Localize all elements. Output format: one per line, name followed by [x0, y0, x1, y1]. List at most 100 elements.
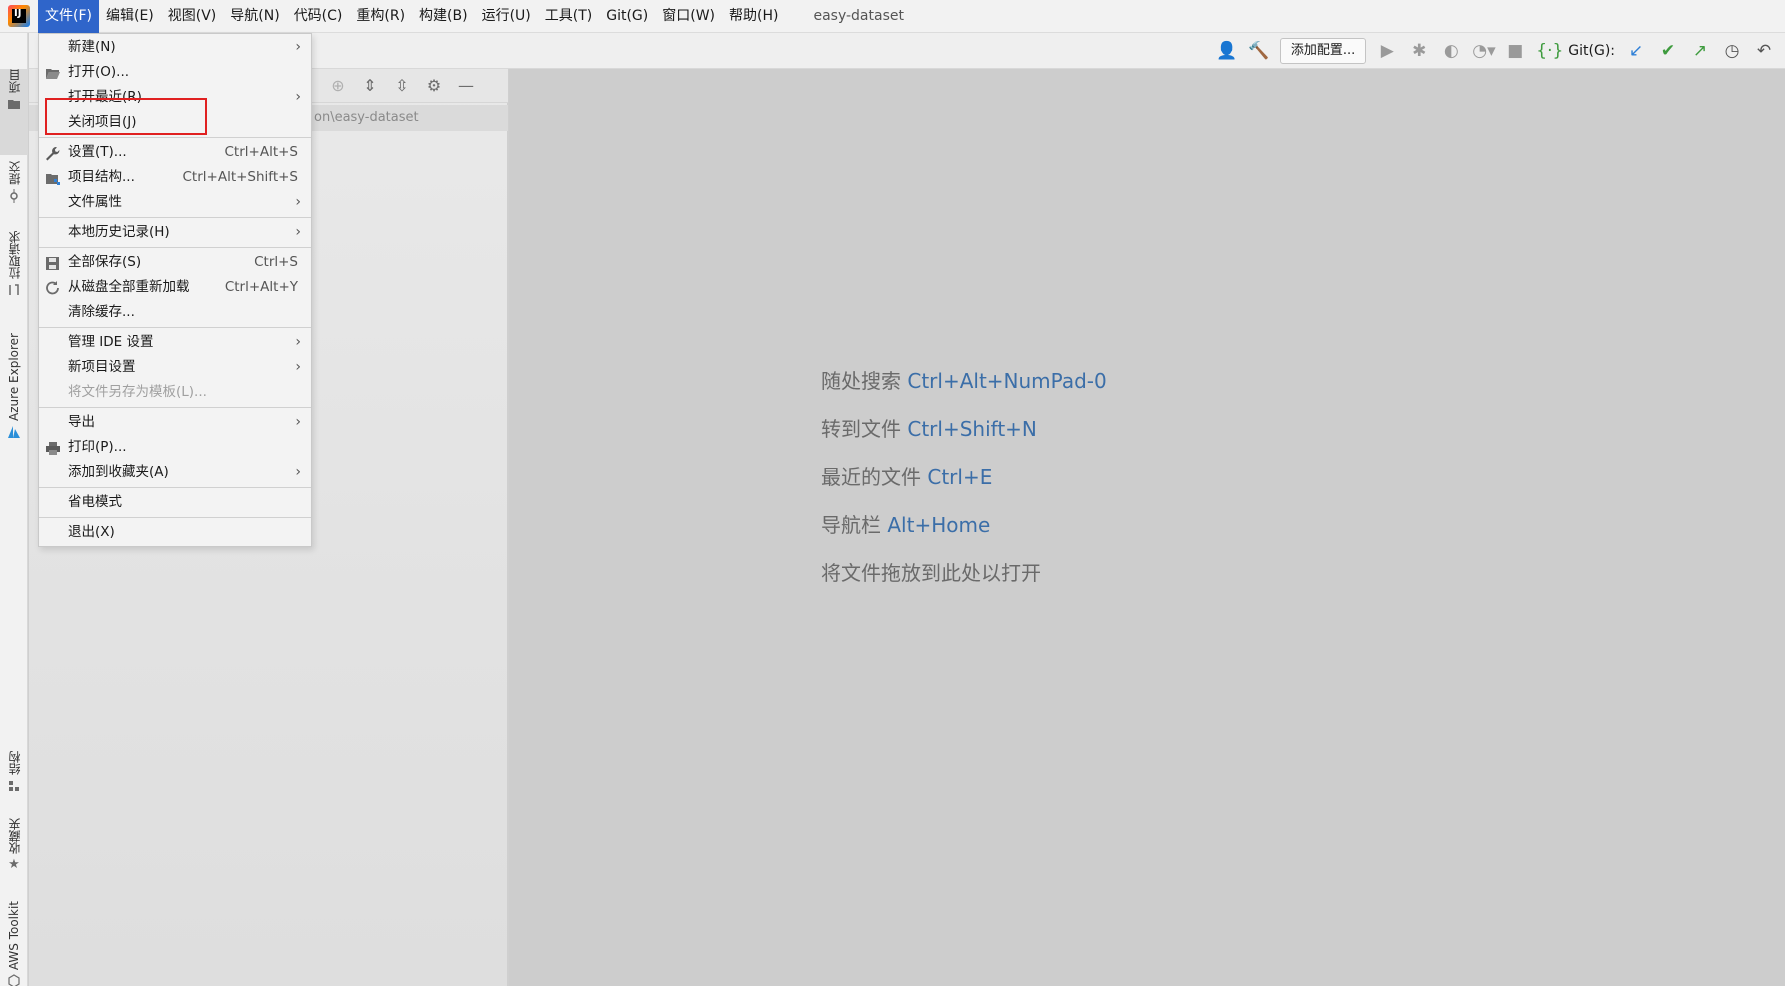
gear-icon[interactable]: ⚙: [425, 77, 443, 95]
menu-separator: [39, 487, 311, 488]
build-hammer-icon[interactable]: 🔨: [1248, 40, 1270, 62]
coverage-icon[interactable]: ◐: [1440, 40, 1462, 62]
menu-separator: [39, 217, 311, 218]
file-menu-item-0[interactable]: 新建(N) ›: [39, 35, 311, 60]
hint-navigation-bar: 导航栏 Alt+Home: [821, 509, 990, 538]
file-menu-item-7[interactable]: 文件属性 ›: [39, 190, 311, 215]
tab-pull-requests[interactable]: 拉取请求: [0, 231, 28, 321]
tab-aws-toolkit[interactable]: AWS Toolkit: [0, 901, 28, 986]
file-menu-item-12[interactable]: 从磁盘全部重新加载 Ctrl+Alt+Y: [39, 275, 311, 300]
file-menu-item-6[interactable]: 项目结构... Ctrl+Alt+Shift+S: [39, 165, 311, 190]
commit-icon: [10, 189, 18, 203]
menu-item-label: 省电模式: [68, 494, 122, 510]
minimize-icon[interactable]: —: [457, 77, 475, 95]
menu-item-shortcut: Ctrl+Alt+S: [224, 144, 299, 160]
menu-item-label: 添加到收藏夹(A): [68, 464, 169, 480]
submenu-arrow-icon: ›: [295, 89, 301, 105]
menu-run[interactable]: 运行(U): [475, 0, 538, 33]
menu-item-label: 将文件另存为模板(L)...: [68, 384, 207, 400]
tab-pull-requests-label: 拉取请求: [7, 231, 22, 279]
file-menu-item-17: 将文件另存为模板(L)...: [39, 380, 311, 405]
highlight-annotation-box: [45, 98, 207, 135]
menu-window[interactable]: 窗口(W): [655, 0, 722, 33]
file-menu-item-20[interactable]: 打印(P)...: [39, 435, 311, 460]
tab-favorites-label: 收藏夹: [7, 818, 22, 854]
file-menu-item-19[interactable]: 导出 ›: [39, 410, 311, 435]
file-menu-item-23[interactable]: 省电模式: [39, 490, 311, 515]
file-menu-item-9[interactable]: 本地历史记录(H) ›: [39, 220, 311, 245]
menu-item-label: 导出: [68, 414, 95, 430]
file-menu-item-16[interactable]: 新项目设置 ›: [39, 355, 311, 380]
file-menu-item-15[interactable]: 管理 IDE 设置 ›: [39, 330, 311, 355]
tab-project-label: 项目: [7, 69, 22, 93]
tab-project[interactable]: 项目: [0, 69, 28, 155]
menu-item-label: 打开(O)...: [68, 64, 130, 80]
menu-item-label: 新建(N): [68, 39, 116, 55]
tab-structure[interactable]: 结构: [0, 751, 28, 811]
locate-icon[interactable]: ⊕: [329, 77, 347, 95]
stop-icon[interactable]: ■: [1504, 40, 1526, 62]
menu-git[interactable]: Git(G): [599, 0, 655, 33]
project-title: easy-dataset: [813, 8, 904, 24]
menu-refactor[interactable]: 重构(R): [349, 0, 412, 33]
submenu-arrow-icon: ›: [295, 464, 301, 480]
star-icon: ★: [8, 857, 20, 872]
git-history-icon[interactable]: ◷: [1721, 40, 1743, 62]
menu-file[interactable]: 文件(F): [38, 0, 99, 33]
intellij-logo-icon: IJ: [8, 5, 30, 27]
menu-code[interactable]: 代码(C): [287, 0, 350, 33]
main-menubar: IJ 文件(F) 编辑(E) 视图(V) 导航(N) 代码(C) 重构(R) 构…: [0, 0, 1785, 33]
tab-commit[interactable]: 提交: [0, 161, 28, 221]
menu-tools[interactable]: 工具(T): [538, 0, 599, 33]
file-menu-item-13[interactable]: 清除缓存...: [39, 300, 311, 325]
toolbar-right-group: 👤▾ 🔨 添加配置... ▶ ✱ ◐ ◔▾ ■ {·} Git(G): ↙ ✔ …: [1216, 37, 1775, 83]
tab-structure-label: 结构: [7, 751, 22, 775]
hint-recent-files: 最近的文件 Ctrl+E: [821, 461, 992, 490]
file-menu-item-11[interactable]: 全部保存(S) Ctrl+S: [39, 250, 311, 275]
hint-text: 随处搜索: [821, 369, 901, 393]
debug-icon[interactable]: ✱: [1408, 40, 1430, 62]
file-menu-item-1[interactable]: 打开(O)...: [39, 60, 311, 85]
print-icon: [45, 440, 61, 455]
menu-separator: [39, 137, 311, 138]
hint-text: 转到文件: [821, 417, 901, 441]
menu-item-label: 管理 IDE 设置: [68, 334, 154, 350]
hint-drop-files: 将文件拖放到此处以打开: [821, 557, 1041, 586]
menu-separator: [39, 517, 311, 518]
menu-help[interactable]: 帮助(H): [722, 0, 785, 33]
file-menu-item-25[interactable]: 退出(X): [39, 520, 311, 545]
file-menu-item-5[interactable]: 设置(T)... Ctrl+Alt+S: [39, 140, 311, 165]
menu-item-label: 项目结构...: [68, 169, 135, 185]
menu-view[interactable]: 视图(V): [161, 0, 224, 33]
menu-navigate[interactable]: 导航(N): [223, 0, 286, 33]
hint-text: 最近的文件: [821, 465, 921, 489]
collapse-all-icon[interactable]: ⇳: [393, 77, 411, 95]
menu-separator: [39, 247, 311, 248]
user-account-icon[interactable]: 👤▾: [1216, 40, 1238, 83]
run-icon[interactable]: ▶: [1376, 40, 1398, 62]
menu-edit[interactable]: 编辑(E): [99, 0, 161, 33]
editor-empty-area: 随处搜索 Ctrl+Alt+NumPad-0 转到文件 Ctrl+Shift+N…: [509, 69, 1785, 986]
menu-item-shortcut: Ctrl+Alt+Shift+S: [182, 169, 299, 185]
add-configuration-button[interactable]: 添加配置...: [1279, 38, 1367, 64]
git-push-icon[interactable]: ↗: [1689, 40, 1711, 62]
git-update-icon[interactable]: ↙: [1625, 40, 1647, 62]
profile-icon[interactable]: ◔▾: [1472, 40, 1495, 62]
menu-build[interactable]: 构建(B): [412, 0, 475, 33]
tab-favorites[interactable]: 收藏夹 ★: [0, 818, 28, 888]
hint-goto-file: 转到文件 Ctrl+Shift+N: [821, 413, 1037, 442]
submenu-arrow-icon: ›: [295, 334, 301, 350]
file-menu-item-21[interactable]: 添加到收藏夹(A) ›: [39, 460, 311, 485]
git-rollback-icon[interactable]: ↶: [1753, 40, 1775, 62]
folder-open-icon: [45, 65, 61, 80]
tab-azure-explorer[interactable]: Azure Explorer: [0, 333, 28, 453]
json-braces-icon[interactable]: {·}: [1536, 40, 1563, 62]
git-label: Git(G):: [1568, 43, 1615, 59]
expand-all-icon[interactable]: ⇕: [361, 77, 379, 95]
aws-cube-icon: [8, 974, 20, 986]
project-folder-icon: [8, 100, 20, 109]
git-commit-icon[interactable]: ✔: [1657, 40, 1679, 62]
azure-icon: [8, 425, 20, 438]
project-panel-tools: ⊕ ⇕ ⇳ ⚙ —: [329, 77, 475, 95]
hint-text: 导航栏: [821, 513, 881, 537]
